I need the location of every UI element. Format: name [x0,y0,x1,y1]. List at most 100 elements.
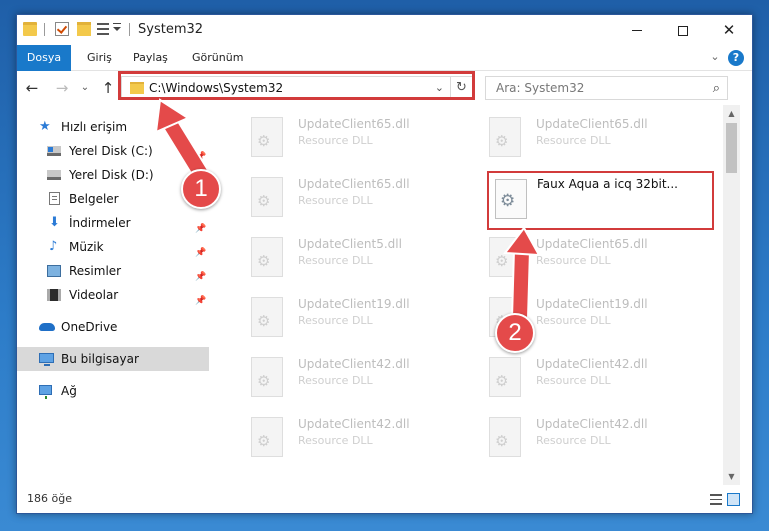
vertical-scrollbar[interactable]: ▲ ▼ [723,105,740,485]
file-description: Resource DLL [536,314,611,327]
sidebar-item-local-disk-c[interactable]: Yerel Disk (C:) 📌 [17,139,209,163]
scroll-down-arrow-icon[interactable]: ▼ [723,468,740,485]
sidebar-item-pictures[interactable]: Resimler 📌 [17,259,209,283]
title-bar: System32 ✕ [17,15,752,45]
tab-file[interactable]: Dosya [17,45,71,71]
search-input[interactable]: Ara: System32 [496,81,584,95]
file-name: UpdateClient65.dll [298,177,410,191]
this-pc-icon [39,353,54,366]
details-view-icon[interactable] [710,494,722,505]
pictures-icon [47,265,61,277]
file-name: UpdateClient19.dll [298,297,410,311]
sidebar-item-this-pc[interactable]: Bu bilgisayar [17,347,209,371]
file-name: Faux Aqua a icq 32bit... [537,177,678,191]
network-icon [39,385,52,399]
sidebar-item-local-disk-d[interactable]: Yerel Disk (D:) [17,163,209,187]
scrollbar-thumb[interactable] [726,123,737,173]
sidebar-item-quick-access[interactable]: ★ Hızlı erişim [17,115,209,139]
maximize-icon [678,25,688,36]
sidebar-item-network[interactable]: Ağ [17,379,209,403]
file-description: Resource DLL [298,134,373,147]
file-item[interactable]: UpdateClient65.dll Resource DLL [463,227,687,287]
dll-file-icon [489,417,521,457]
sidebar-item-label: İndirmeler [69,216,131,230]
file-description: Resource DLL [298,434,373,447]
file-description: Resource DLL [298,314,373,327]
properties-icon[interactable] [97,23,109,35]
help-icon[interactable]: ? [728,50,744,66]
tab-home[interactable]: Giriş [77,45,122,71]
file-item[interactable]: UpdateClient42.dll Resource DLL [463,407,687,467]
sidebar-item-label: Belgeler [69,192,119,206]
dll-file-icon [251,177,283,217]
forward-arrow-icon[interactable]: → [53,79,71,97]
close-button[interactable]: ✕ [706,15,752,45]
maximize-button[interactable] [660,15,706,45]
search-box[interactable]: Ara: System32 ⌕ [485,76,728,100]
tab-share[interactable]: Paylaş [123,45,178,71]
target-dll-file-item[interactable]: Faux Aqua a icq 32bit... [487,171,714,230]
customize-toolbar-chevron-icon[interactable] [113,23,121,31]
file-description: Resource DLL [536,254,611,267]
drive-d-icon [47,170,61,180]
recent-locations-chevron-icon[interactable]: ⌄ [79,79,91,97]
sidebar-item-label: Müzik [69,240,104,254]
new-folder-icon[interactable] [77,22,91,36]
file-name: UpdateClient65.dll [536,237,648,251]
file-name: UpdateClient42.dll [536,357,648,371]
file-description: Resource DLL [298,254,373,267]
sidebar-item-label: Ağ [61,384,77,398]
title-divider [129,23,130,36]
file-name: UpdateClient5.dll [298,237,402,251]
search-icon[interactable]: ⌕ [713,81,720,96]
expand-ribbon-chevron-icon[interactable]: ⌄ [708,50,722,64]
navigation-pane: ★ Hızlı erişim Yerel Disk (C:) 📌 Yerel D… [17,105,209,485]
back-arrow-icon[interactable]: ← [23,79,41,97]
onedrive-icon [39,323,55,331]
scroll-up-arrow-icon[interactable]: ▲ [723,105,740,122]
dll-file-icon [489,237,521,277]
sidebar-item-onedrive[interactable]: OneDrive [17,315,209,339]
tab-view[interactable]: Görünüm [182,45,253,71]
file-name: UpdateClient65.dll [298,117,410,131]
dll-file-icon [251,237,283,277]
sidebar-item-label: OneDrive [61,320,118,334]
file-item[interactable]: UpdateClient42.dll Resource DLL [225,407,449,467]
sidebar-item-label: Resimler [69,264,122,278]
sidebar-item-videos[interactable]: Videolar 📌 [17,283,209,307]
sidebar-item-music[interactable]: ♪ Müzik 📌 [17,235,209,259]
dll-file-icon [251,357,283,397]
minimize-icon [632,30,642,31]
large-icons-view-icon[interactable] [727,493,740,506]
file-item[interactable]: UpdateClient65.dll Resource DLL [463,107,687,167]
file-item[interactable]: UpdateClient42.dll Resource DLL [463,347,687,407]
up-arrow-icon[interactable]: ↑ [99,79,117,97]
documents-icon [49,192,60,205]
file-description: Resource DLL [298,374,373,387]
dll-file-icon [251,417,283,457]
dll-file-icon [251,297,283,337]
sidebar-item-label: Hızlı erişim [61,120,128,134]
file-item[interactable]: UpdateClient42.dll Resource DLL [225,347,449,407]
file-description: Resource DLL [536,434,611,447]
file-name: UpdateClient19.dll [536,297,648,311]
downloads-icon: ⬇ [49,215,60,230]
step-badge-2: 2 [495,313,535,353]
sidebar-item-downloads[interactable]: ⬇ İndirmeler 📌 [17,211,209,235]
minimize-button[interactable] [614,15,660,45]
quick-access-divider [44,23,45,36]
dll-file-icon [251,117,283,157]
file-description: Resource DLL [298,194,373,207]
file-item[interactable]: UpdateClient5.dll Resource DLL [225,227,449,287]
file-item[interactable]: UpdateClient65.dll Resource DLL [225,107,449,167]
window-title: System32 [138,22,204,37]
file-name: UpdateClient42.dll [536,417,648,431]
file-list: UpdateClient65.dll Resource DLL UpdateCl… [209,105,723,485]
file-item[interactable]: UpdateClient19.dll Resource DLL [225,287,449,347]
properties-check-icon[interactable] [55,22,69,36]
star-icon: ★ [39,119,51,134]
file-item[interactable]: UpdateClient65.dll Resource DLL [225,167,449,227]
file-description: Resource DLL [536,134,611,147]
file-description: Resource DLL [536,374,611,387]
sidebar-item-label: Bu bilgisayar [61,352,139,366]
